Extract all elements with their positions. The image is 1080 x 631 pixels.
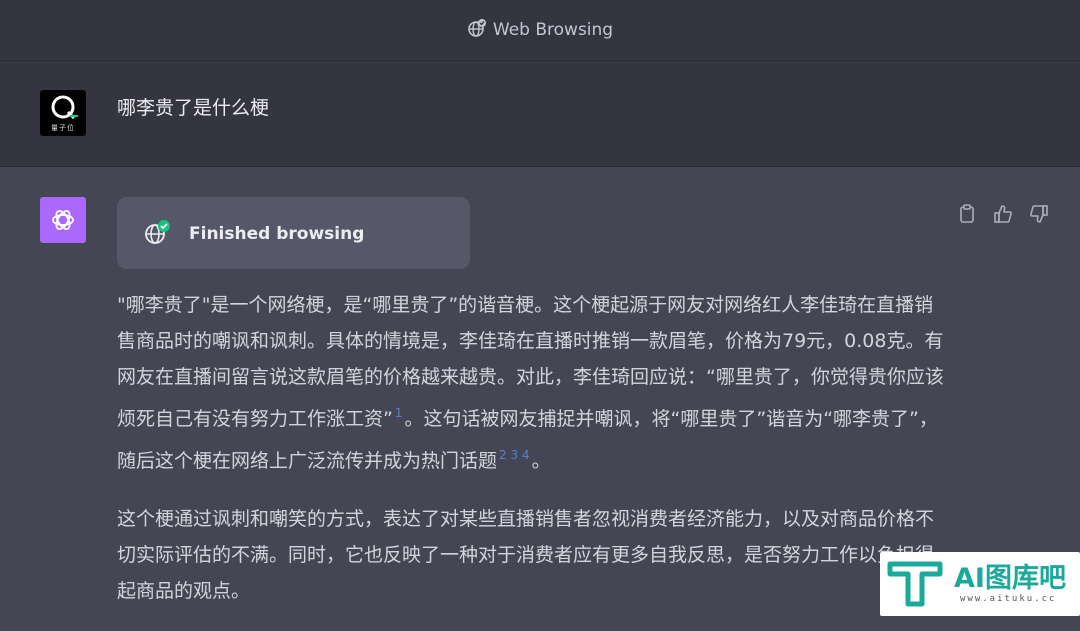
citation-links-2-4[interactable]: 2 3 4 bbox=[499, 448, 530, 462]
assistant-answer: "哪李贵了"是一个网络梗，是“哪里贵了”的谐音梗。这个梗起源于网友对网络红人李佳… bbox=[117, 287, 947, 631]
top-bar: Web Browsing bbox=[0, 0, 1080, 61]
watermark: AI图库吧 www.aituku.cc bbox=[880, 552, 1080, 616]
paragraph-1-text-c: 。 bbox=[531, 450, 551, 472]
thumbs-up-icon[interactable] bbox=[992, 203, 1014, 225]
user-message-row: 量子位 哪李贵了是什么梗 bbox=[0, 61, 1080, 167]
citation-link-1[interactable]: 1 bbox=[395, 406, 403, 420]
globe-check-icon bbox=[143, 219, 173, 251]
globe-plugin-icon bbox=[467, 18, 487, 42]
watermark-logo-icon bbox=[887, 561, 943, 607]
avatar-caption: 量子位 bbox=[51, 124, 75, 132]
browsing-status-card[interactable]: Finished browsing bbox=[117, 197, 470, 269]
chatgpt-avatar bbox=[40, 197, 86, 243]
thumbs-down-icon[interactable] bbox=[1028, 203, 1050, 225]
user-prompt-text: 哪李贵了是什么梗 bbox=[117, 97, 270, 119]
watermark-url: www.aituku.cc bbox=[960, 594, 1057, 604]
model-title: Web Browsing bbox=[492, 20, 614, 40]
copy-icon[interactable] bbox=[956, 203, 978, 225]
user-avatar: 量子位 bbox=[40, 90, 86, 136]
answer-paragraph-1: "哪李贵了"是一个网络梗，是“哪里贵了”的谐音梗。这个梗起源于网友对网络红人李佳… bbox=[117, 287, 947, 479]
browsing-status-label: Finished browsing bbox=[189, 224, 365, 244]
watermark-text: AI图库吧 bbox=[954, 563, 1066, 594]
answer-paragraph-2: 这个梗通过讽刺和嘲笑的方式，表达了对某些直播销售者忽视消费者经济能力，以及对商品… bbox=[117, 508, 935, 602]
openai-logo-icon bbox=[52, 210, 74, 230]
assistant-message-row: Finished browsing "哪李贵了"是一个网络梗，是“哪里贵了”的谐… bbox=[0, 167, 1080, 616]
message-actions bbox=[956, 203, 1050, 225]
